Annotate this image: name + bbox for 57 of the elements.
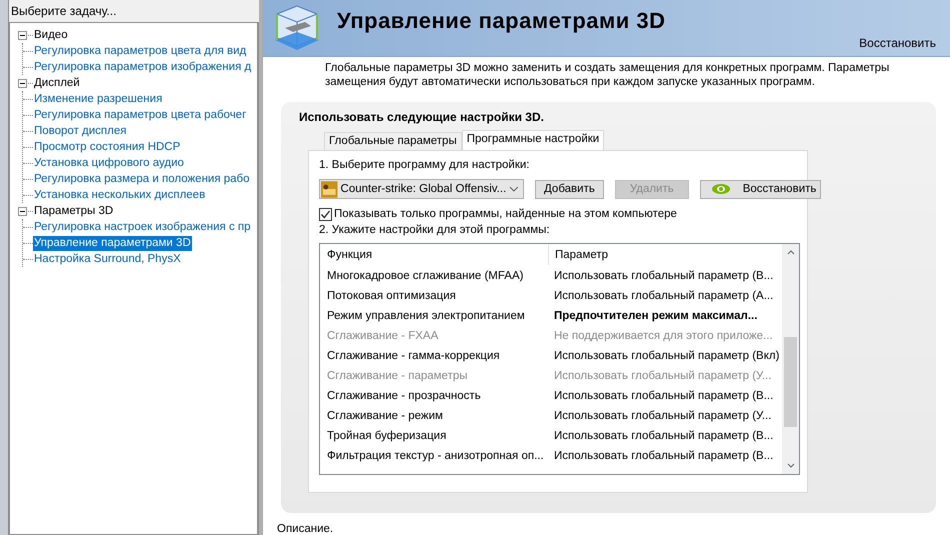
tab[interactable]: Программные настройки — [462, 130, 604, 150]
parameter-cell[interactable]: Использовать глобальный параметр (В... — [554, 390, 774, 402]
panel-heading: Использовать следующие настройки 3D. — [299, 110, 545, 126]
tree-item[interactable]: Регулировка размера и положения рабо — [33, 172, 251, 186]
tree-item[interactable]: Установка цифрового аудио — [33, 156, 185, 170]
tab[interactable]: Глобальные параметры — [324, 132, 462, 150]
description-label: Описание. — [276, 522, 334, 535]
scrollbar[interactable] — [782, 244, 799, 474]
function-cell[interactable]: Режим управления электропитанием — [327, 310, 554, 322]
parameter-cell[interactable]: Использовать глобальный параметр (В... — [554, 450, 774, 462]
parameter-cell[interactable]: Использовать глобальный параметр (А... — [554, 290, 774, 302]
tree-item[interactable]: Изменение разрешения — [33, 92, 164, 106]
program-dropdown[interactable]: Counter-strike: Global Offensiv... — [319, 179, 524, 200]
tree-category[interactable]: Параметры 3D — [34, 205, 114, 217]
tree-item[interactable]: Регулировка параметров цвета для вид — [33, 44, 248, 58]
function-cell[interactable]: Многокадровое сглаживание (MFAA) — [327, 270, 554, 282]
tree-item[interactable]: Установка нескольких дисплеев — [33, 188, 206, 202]
function-cell[interactable]: Тройная буферизация — [327, 430, 554, 442]
tree-item[interactable]: Регулировка параметров цвета рабочег — [33, 108, 248, 122]
programs-checkbox[interactable]: Показывать только программы, найденные на этом компьютере — [319, 204, 807, 224]
restore-button[interactable]: Восстановить — [700, 180, 822, 199]
parameter-cell[interactable]: Использовать глобальный параметр (У... — [554, 410, 772, 422]
column-header[interactable]: Функция — [327, 245, 549, 266]
function-cell[interactable]: Потоковая оптимизация — [327, 290, 554, 302]
tree-item[interactable]: Настройка Surround, PhysX — [33, 252, 182, 266]
scroll-down-icon[interactable] — [786, 463, 794, 468]
collapse-icon[interactable] — [18, 206, 27, 216]
tree-item[interactable]: Регулировка настроек изображения с пр — [33, 220, 252, 234]
parameter-cell[interactable]: Использовать глобальный параметр (Вкл) — [554, 350, 780, 362]
tree-category[interactable]: Дисплей — [34, 77, 80, 89]
tree-item[interactable]: Регулировка параметров изображения д — [33, 60, 252, 74]
function-cell[interactable]: Фильтрация текстур - анизотропная оп... — [327, 450, 554, 462]
scroll-up-icon[interactable] — [786, 250, 794, 256]
step-label: 1. Выберите программу для настройки: — [319, 159, 530, 174]
function-cell[interactable]: Сглаживание - гамма-коррекция — [327, 350, 554, 362]
action-button[interactable]: Добавить — [535, 180, 604, 199]
tree-category[interactable]: Видео — [34, 29, 68, 41]
sidebar-title: Выберите задачу... — [10, 3, 118, 20]
parameter-cell[interactable]: Предпочтителен режим максимал... — [554, 310, 758, 322]
tree-item[interactable]: Управление параметрами 3D — [33, 236, 192, 250]
intro-text: Глобальные параметры 3D можно заменить и создать замещения для конкретных программ. Параметры замещения будут автоматически использоваться при каждом запуске указанных программ. — [324, 60, 890, 90]
page-title: Управление параметрами 3D — [337, 8, 666, 34]
column-header[interactable]: Параметр — [549, 245, 608, 266]
collapse-icon[interactable] — [18, 78, 27, 88]
caret-icon — [509, 186, 519, 192]
collapse-icon[interactable] — [18, 30, 27, 40]
checkmark-icon — [320, 208, 331, 220]
function-cell[interactable]: Сглаживание - прозрачность — [327, 390, 554, 402]
parameter-cell[interactable]: Использовать глобальный параметр (В... — [554, 430, 774, 442]
tree-item[interactable]: Просмотр состояния HDCP — [33, 140, 182, 154]
step-label: 2. Укажите настройки для этой программы: — [319, 224, 551, 238]
eye-icon — [710, 183, 731, 196]
parameter-cell[interactable]: Использовать глобальный параметр (В... — [554, 270, 774, 282]
tree-item[interactable]: Поворот дисплея — [33, 124, 128, 138]
restore-link[interactable]: Восстановить — [859, 36, 936, 50]
game-icon — [321, 180, 338, 198]
function-cell[interactable]: Сглаживание - режим — [327, 410, 554, 422]
